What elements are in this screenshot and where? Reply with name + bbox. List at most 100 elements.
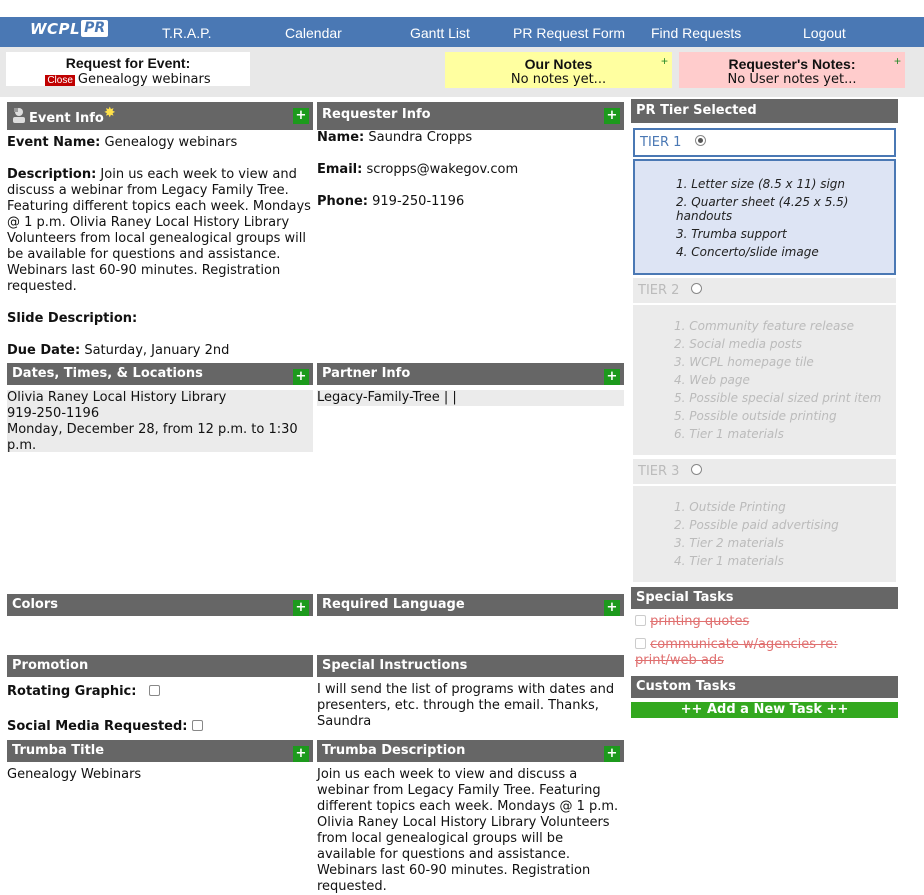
- rotating-graphic-checkbox[interactable]: [148, 685, 160, 696]
- tier-3-radio[interactable]: [691, 464, 703, 475]
- trumba-title-title: Trumba Title: [12, 743, 105, 758]
- required-language-title: Required Language: [322, 597, 465, 612]
- logo-wcpl-text: WCPL: [30, 19, 81, 38]
- trumba-description-header: Trumba Description +: [317, 740, 624, 762]
- requester-notes-text: No User notes yet...: [727, 72, 857, 87]
- add-requester-note-icon[interactable]: +: [894, 55, 901, 67]
- requester-info-title: Requester Info: [322, 107, 431, 122]
- tier-1-radio[interactable]: [695, 135, 707, 146]
- event-info-title: Event Info: [29, 111, 104, 126]
- tier-2-option[interactable]: TIER 2: [633, 278, 896, 303]
- special-task-label: printing quotes: [650, 614, 750, 629]
- description-value: Join us each week to view and discuss a …: [7, 167, 311, 294]
- wcpl-pr-logo[interactable]: WCPL PR: [30, 19, 109, 38]
- tier-2-radio[interactable]: [691, 283, 703, 294]
- our-notes-box: + Our Notes No notes yet...: [445, 52, 672, 88]
- due-date-value: Saturday, January 2nd: [84, 343, 230, 358]
- special-tasks-header: Special Tasks: [631, 587, 898, 609]
- requester-notes-box: + Requester's Notes: No User notes yet..…: [679, 52, 905, 88]
- tier-1-label: TIER 1: [640, 135, 682, 150]
- promotion-title: Promotion: [12, 658, 89, 673]
- request-header: Request for Event: Close Genealogy webina…: [0, 47, 924, 97]
- dates-location: Olivia Raney Local History Library: [7, 390, 227, 405]
- special-task-label: communicate w/agencies re: print/web ads: [635, 637, 838, 668]
- our-notes-title: Our Notes: [524, 56, 593, 72]
- tier-2-item: 6. Tier 1 materials: [674, 427, 784, 441]
- nav-link-logout[interactable]: Logout: [803, 25, 846, 41]
- request-event-name: Genealogy webinars: [77, 72, 211, 87]
- rotating-graphic-label: Rotating Graphic:: [7, 684, 137, 699]
- nav-link-trap[interactable]: T.R.A.P.: [162, 25, 212, 41]
- description-label: Description:: [7, 167, 97, 182]
- requester-name-value: Saundra Cropps: [368, 130, 473, 145]
- event-info-content: Event Name: Genealogy webinars Descripti…: [7, 135, 313, 359]
- tier-2-item: 4. Web page: [674, 373, 750, 387]
- requester-name-label: Name:: [317, 130, 365, 145]
- pr-tier-title: PR Tier Selected: [636, 103, 757, 118]
- nav-link-find-requests[interactable]: Find Requests: [651, 25, 741, 41]
- top-navbar: WCPL PR T.R.A.P. Calendar Gantt List PR …: [0, 17, 924, 47]
- tier-3-items: 1. Outside Printing 2. Possible paid adv…: [633, 486, 896, 582]
- requester-info-content: Name: Saundra Cropps Email: scropps@wake…: [317, 130, 624, 210]
- request-title: Request for Event:: [65, 55, 191, 71]
- requester-email-label: Email:: [317, 162, 363, 177]
- dates-add-button[interactable]: +: [293, 369, 309, 385]
- tier-1-item: 4. Concerto/slide image: [676, 245, 819, 259]
- special-instructions-title: Special Instructions: [322, 658, 468, 673]
- trumba-description-add-button[interactable]: +: [604, 746, 620, 762]
- nav-link-gantt-list[interactable]: Gantt List: [410, 25, 470, 41]
- slide-description-label: Slide Description:: [7, 311, 138, 326]
- required-language-add-button[interactable]: +: [604, 600, 620, 616]
- tier-2-item: 1. Community feature release: [674, 319, 854, 333]
- trumba-title-header: Trumba Title +: [7, 740, 313, 762]
- trumba-description-title: Trumba Description: [322, 743, 466, 758]
- tier-1-item: 3. Trumba support: [676, 227, 787, 241]
- custom-tasks-title: Custom Tasks: [636, 679, 736, 694]
- requester-email-value[interactable]: scropps@wakegov.com: [366, 162, 518, 177]
- event-info-add-button[interactable]: +: [293, 108, 309, 124]
- required-language-header: Required Language +: [317, 594, 624, 616]
- tier-2-item: 5. Possible special sized print item: [674, 391, 882, 405]
- dates-phone: 919-250-1196: [7, 406, 100, 421]
- nav-link-calendar[interactable]: Calendar: [285, 25, 342, 41]
- tier-1-item: 2. Quarter sheet (4.25 x 5.5) handouts: [676, 195, 849, 223]
- tier-2-items: 1. Community feature release 2. Social m…: [633, 305, 896, 455]
- user-icon: [12, 104, 25, 123]
- colors-add-button[interactable]: +: [293, 600, 309, 616]
- tier-3-option[interactable]: TIER 3: [633, 459, 896, 484]
- close-button[interactable]: Close: [45, 75, 75, 86]
- special-instructions-header: Special Instructions: [317, 655, 624, 677]
- special-task-checkbox[interactable]: [635, 638, 646, 649]
- tier-1-items: 1. Letter size (8.5 x 11) sign 2. Quarte…: [633, 159, 896, 275]
- dates-header: Dates, Times, & Locations +: [7, 363, 313, 385]
- trumba-title-add-button[interactable]: +: [293, 746, 309, 762]
- custom-tasks-header: Custom Tasks: [631, 676, 898, 698]
- tier-3-item: 2. Possible paid advertising: [674, 518, 839, 532]
- partner-info-add-button[interactable]: +: [604, 369, 620, 385]
- social-media-checkbox[interactable]: [191, 720, 203, 731]
- add-new-task-button[interactable]: ++ Add a New Task ++: [631, 702, 898, 718]
- colors-header: Colors +: [7, 594, 313, 616]
- special-task-checkbox[interactable]: [635, 615, 646, 626]
- partner-info-title: Partner Info: [322, 366, 411, 381]
- tier-2-item: 5. Possible outside printing: [674, 409, 837, 423]
- event-name-label: Event Name:: [7, 135, 101, 150]
- tier-3-label: TIER 3: [638, 464, 680, 479]
- promotion-content: Rotating Graphic: Social Media Requested…: [7, 684, 313, 735]
- requester-info-add-button[interactable]: +: [604, 108, 620, 124]
- dates-title: Dates, Times, & Locations: [12, 366, 203, 381]
- request-for-event-box: Request for Event: Close Genealogy webina…: [6, 52, 250, 87]
- nav-link-pr-request-form[interactable]: PR Request Form: [513, 25, 625, 41]
- trumba-description-value: Join us each week to view and discuss a …: [317, 767, 619, 894]
- tier-2-item: 3. WCPL homepage tile: [674, 355, 814, 369]
- requester-phone-value: 919-250-1196: [372, 194, 465, 209]
- tier-2-label: TIER 2: [638, 283, 680, 298]
- add-our-note-icon[interactable]: +: [661, 55, 668, 67]
- our-notes-text: No notes yet...: [510, 72, 607, 87]
- logo-pr-text: PR: [81, 20, 109, 37]
- partner-info-value: Legacy-Family-Tree | |: [317, 390, 624, 406]
- requester-notes-title: Requester's Notes:: [728, 56, 856, 72]
- tier-1-option[interactable]: TIER 1: [633, 128, 896, 157]
- trumba-title-value: Genealogy Webinars: [7, 767, 142, 782]
- star-icon: ✸: [103, 105, 116, 121]
